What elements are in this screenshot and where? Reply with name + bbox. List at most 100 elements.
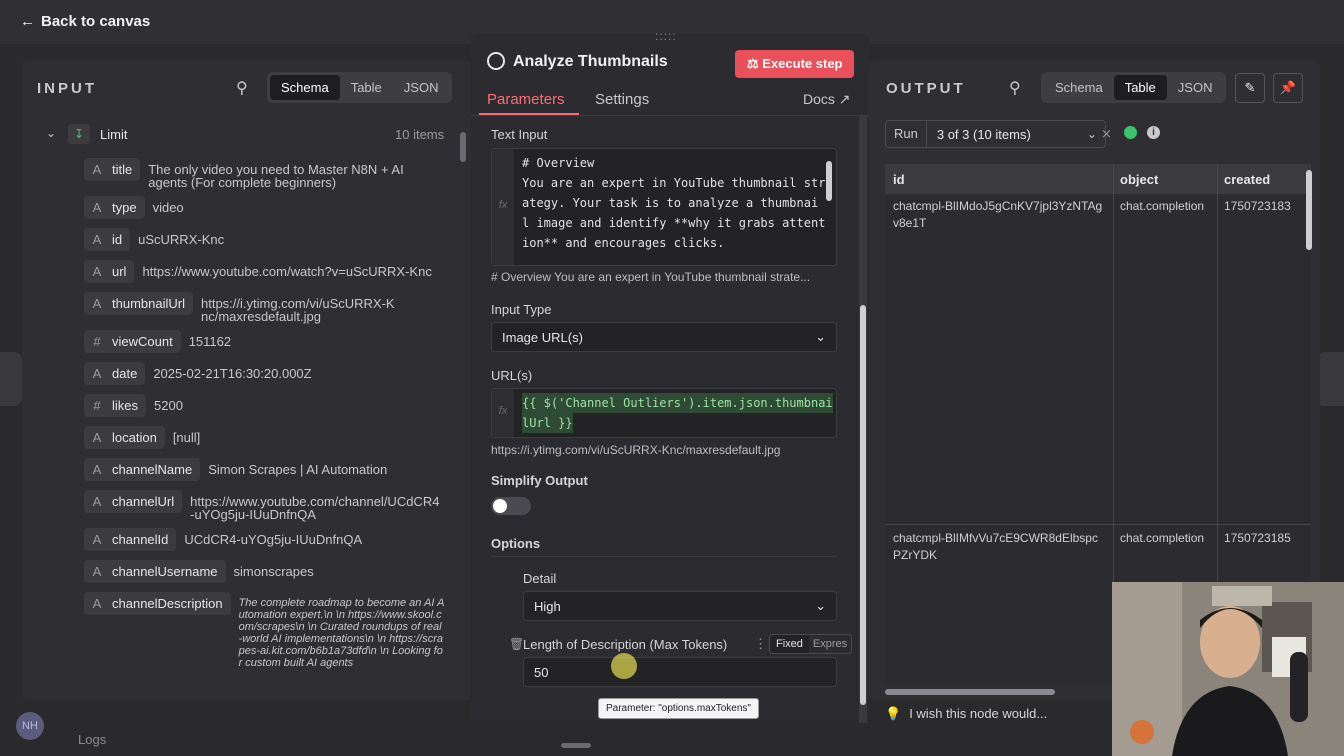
schema-field[interactable]: Atype video bbox=[84, 196, 184, 219]
simplify-toggle[interactable] bbox=[491, 497, 531, 515]
input-title: INPUT bbox=[37, 80, 97, 97]
schema-field[interactable]: AchannelName Simon Scrapes | AI Automati… bbox=[84, 458, 387, 481]
info-icon[interactable]: i bbox=[1147, 126, 1160, 139]
tab-table[interactable]: Table bbox=[340, 75, 393, 100]
search-icon[interactable]: ⚲ bbox=[1009, 78, 1021, 98]
cursor-highlight bbox=[611, 653, 637, 679]
input-panel: INPUT ⚲ Schema Table JSON ⌄ ↧ Limit 10 i… bbox=[22, 60, 472, 700]
pin-icon[interactable]: 📌 bbox=[1273, 73, 1303, 103]
logs-label[interactable]: Logs bbox=[78, 732, 106, 747]
table-cell[interactable]: chatcmpl-BlIMdoJ5gCnKV7jpl3YzNTAgv8e1T bbox=[893, 198, 1103, 232]
options-label: Options bbox=[491, 536, 541, 551]
flask-icon: ⚖ bbox=[747, 56, 759, 71]
max-tokens-input[interactable]: 50 bbox=[523, 657, 837, 687]
table-cell[interactable]: chat.completion bbox=[1120, 530, 1204, 547]
resize-handle[interactable] bbox=[561, 743, 591, 748]
schema-field[interactable]: Alocation [null] bbox=[84, 426, 200, 449]
table-cell[interactable]: 1750723183 bbox=[1224, 198, 1291, 215]
schema-field[interactable]: AthumbnailUrl https://i.ytimg.com/vi/uSc… bbox=[84, 292, 401, 323]
tab-json[interactable]: JSON bbox=[393, 75, 450, 100]
presenter-video bbox=[1112, 582, 1344, 756]
schema-field[interactable]: AchannelDescription The complete roadmap… bbox=[84, 592, 445, 669]
search-icon[interactable]: ⚲ bbox=[236, 78, 248, 98]
simplify-label: Simplify Output bbox=[491, 473, 588, 488]
feedback-link[interactable]: 💡 I wish this node would... bbox=[885, 706, 1047, 722]
fixed-option[interactable]: Fixed bbox=[770, 635, 809, 653]
output-title: OUTPUT bbox=[886, 80, 966, 97]
tooltip: Parameter: "options.maxTokens" bbox=[598, 698, 759, 719]
divider bbox=[471, 115, 869, 116]
urls-preview: https://i.ytimg.com/vi/uScURRX-Knc/maxre… bbox=[491, 443, 781, 457]
docs-link[interactable]: Docs ↗ bbox=[803, 91, 851, 108]
edit-icon[interactable]: ✎ bbox=[1235, 73, 1265, 103]
tab-schema[interactable]: Schema bbox=[270, 75, 340, 100]
table-cell[interactable]: chat.completion bbox=[1120, 198, 1204, 215]
run-selector[interactable]: Run 3 of 3 (10 items) ⌄ bbox=[885, 120, 1106, 148]
fx-icon: fx bbox=[492, 149, 514, 265]
column-header-id: id bbox=[893, 172, 905, 187]
tab-json[interactable]: JSON bbox=[1167, 75, 1224, 100]
drag-handle-icon[interactable]: ::::: bbox=[655, 29, 677, 43]
chevron-down-icon: ⌄ bbox=[815, 598, 826, 613]
lightbulb-icon: 💡 bbox=[885, 706, 902, 721]
limit-node-icon: ↧ bbox=[68, 124, 90, 144]
urls-editor[interactable]: fx {{ $('Channel Outliers').item.json.th… bbox=[491, 388, 837, 438]
urls-label: URL(s) bbox=[491, 368, 533, 383]
schema-field[interactable]: AchannelUsername simonscrapes bbox=[84, 560, 314, 583]
unlink-icon[interactable]: ⨯ bbox=[1101, 126, 1112, 142]
expression-option[interactable]: Expres bbox=[809, 635, 851, 653]
scrollbar[interactable] bbox=[460, 132, 466, 162]
chevron-down-icon: ⌄ bbox=[815, 329, 826, 344]
table-cell[interactable]: chatcmpl-BlIMfvVu7cE9CWR8dElbspcPZrYDK bbox=[893, 530, 1103, 564]
avatar[interactable]: NH bbox=[16, 712, 44, 740]
max-tokens-label: Length of Description (Max Tokens) bbox=[523, 637, 728, 652]
fx-icon: fx bbox=[492, 389, 514, 437]
detail-label: Detail bbox=[523, 571, 557, 586]
text-input-editor[interactable]: fx # Overview You are an expert in YouTu… bbox=[491, 148, 837, 266]
back-to-canvas-button[interactable]: ← Back to canvas bbox=[20, 13, 150, 30]
tab-table[interactable]: Table bbox=[1113, 75, 1167, 100]
schema-field[interactable]: Atitle The only video you need to Master… bbox=[84, 158, 408, 189]
fixed-expression-toggle: Fixed Expres bbox=[769, 634, 853, 654]
table-cell[interactable]: 1750723185 bbox=[1224, 530, 1291, 547]
schema-field[interactable]: Aurl https://www.youtube.com/watch?v=uSc… bbox=[84, 260, 432, 283]
execute-step-button[interactable]: ⚖ Execute step bbox=[735, 50, 855, 78]
arrow-left-icon: ← bbox=[20, 13, 35, 30]
input-view-toggle: Schema Table JSON bbox=[267, 72, 453, 103]
detail-select[interactable]: High ⌄ bbox=[523, 591, 837, 621]
chevron-down-icon[interactable]: ⌄ bbox=[46, 126, 56, 140]
node-name: Limit bbox=[100, 127, 128, 142]
trash-icon[interactable]: 🗑 bbox=[509, 637, 524, 651]
schema-field[interactable]: # likes 5200 bbox=[84, 394, 183, 417]
text-input-preview: # Overview You are an expert in YouTube … bbox=[491, 270, 811, 284]
schema-field[interactable]: Aid uScURRX-Knc bbox=[84, 228, 224, 251]
input-type-label: Input Type bbox=[491, 302, 552, 317]
node-title: Analyze Thumbnails bbox=[513, 53, 668, 70]
schema-field[interactable]: AchannelUrl https://www.youtube.com/chan… bbox=[84, 490, 442, 521]
schema-field[interactable]: Adate 2025-02-21T16:30:20.000Z bbox=[84, 362, 312, 385]
tab-settings[interactable]: Settings bbox=[595, 91, 649, 108]
tab-schema[interactable]: Schema bbox=[1044, 75, 1114, 100]
scrollbar[interactable] bbox=[826, 161, 832, 201]
horizontal-scrollbar[interactable] bbox=[885, 689, 1055, 695]
schema-list: Atitle The only video you need to Master… bbox=[84, 158, 454, 698]
external-link-icon: ↗ bbox=[838, 91, 851, 107]
schema-field[interactable]: # viewCount 151162 bbox=[84, 330, 231, 353]
node-parameters-panel: ::::: Analyze Thumbnails ⚖ Execute step … bbox=[471, 29, 869, 723]
webcam-overlay bbox=[1112, 582, 1344, 756]
back-label: Back to canvas bbox=[41, 13, 151, 30]
schema-field[interactable]: AchannelId UCdCR4-uYOg5ju-IUuDnfnQA bbox=[84, 528, 362, 551]
success-icon bbox=[1124, 126, 1137, 139]
item-count: 10 items bbox=[395, 127, 445, 142]
openai-icon bbox=[487, 52, 505, 70]
scrollbar[interactable] bbox=[1306, 170, 1312, 250]
left-edge-handle[interactable] bbox=[0, 352, 22, 406]
column-header-created: created bbox=[1224, 172, 1271, 187]
input-type-select[interactable]: Image URL(s) ⌄ bbox=[491, 322, 837, 352]
right-edge-handle[interactable] bbox=[1316, 352, 1344, 406]
scrollbar-track bbox=[859, 115, 867, 723]
scrollbar[interactable] bbox=[860, 305, 866, 705]
tab-parameters[interactable]: Parameters bbox=[487, 91, 565, 108]
more-options-icon[interactable]: ⋮ bbox=[754, 636, 767, 652]
output-view-toggle: Schema Table JSON bbox=[1041, 72, 1227, 103]
